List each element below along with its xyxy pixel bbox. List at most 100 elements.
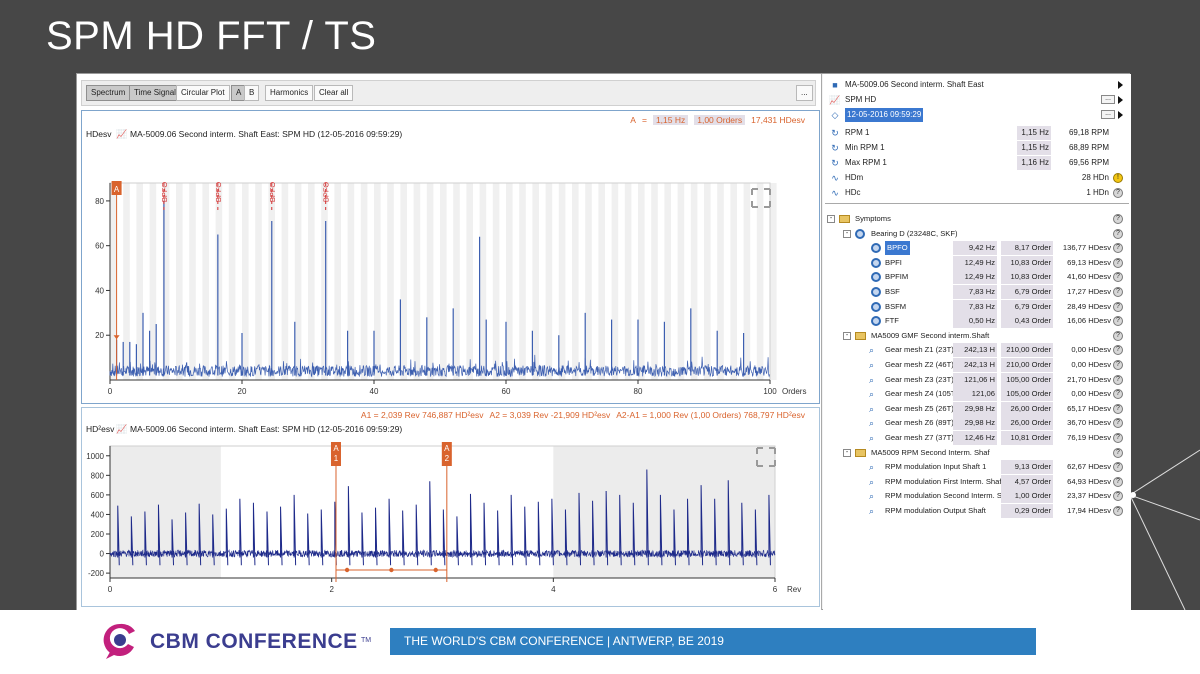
time-cursor-flag-index: 2 bbox=[445, 454, 450, 463]
help-icon[interactable]: ? bbox=[1113, 287, 1123, 297]
help-icon[interactable]: ? bbox=[1113, 345, 1123, 356]
help-icon[interactable]: ? bbox=[1113, 462, 1123, 473]
measurement-name: SPM HD bbox=[845, 95, 877, 104]
help-icon[interactable]: ? bbox=[1113, 389, 1123, 400]
time-signal-tab-button[interactable]: Time Signal bbox=[129, 85, 181, 101]
help-icon[interactable]: ? bbox=[1113, 228, 1123, 239]
spectrum-plot[interactable]: 20 40 60 80 0 20 40 60 80 100 Orders BPFO BPFO BPFO BP… bbox=[82, 111, 818, 401]
magnifier-icon: ⌕ bbox=[869, 506, 875, 516]
warning-icon[interactable]: ! bbox=[1113, 173, 1123, 183]
symptom-item[interactable]: ⌕ RPM modulation First Interm. Shaft 4,57 … bbox=[825, 474, 1129, 490]
timestamp-row[interactable]: ◇ 12-05-2016 09:59:29 ... bbox=[829, 108, 1125, 122]
circular-plot-button[interactable]: Circular Plot bbox=[176, 85, 230, 101]
symptom-amplitude: 0,00 HDesv bbox=[1071, 389, 1111, 399]
help-icon[interactable]: ? bbox=[1113, 433, 1123, 443]
help-icon[interactable]: ? bbox=[1113, 257, 1123, 268]
cursor-b-button[interactable]: B bbox=[244, 85, 260, 101]
magnifier-icon: ⌕ bbox=[869, 374, 875, 385]
folder-icon: ■ bbox=[832, 80, 838, 90]
collapse-toggle[interactable]: - bbox=[843, 448, 851, 457]
symptom-frequency: 12,49 Hz bbox=[953, 270, 997, 285]
symptom-item[interactable]: ⌕ Gear mesh Z3 (23T) 121,06 H 105,00 Order 2… bbox=[825, 372, 1129, 388]
symptoms-root[interactable]: - Symptoms? bbox=[825, 212, 1129, 227]
symptom-icon bbox=[871, 243, 881, 254]
symptom-item[interactable]: ⌕ RPM modulation Second Interm. Shaft 1,00… bbox=[825, 489, 1129, 504]
symptom-group[interactable]: - MA5009 GMF Second interm.Shaft? bbox=[825, 329, 1129, 344]
symptom-amplitude: 0,00 HDesv bbox=[1071, 360, 1111, 369]
symptom-item[interactable]: ⌕ Gear mesh Z5 (26T) 29,98 Hz 26,00 Order 65… bbox=[825, 401, 1129, 417]
measurement-row[interactable]: 📈 SPM HD ... bbox=[829, 93, 1125, 107]
help-icon[interactable]: ? bbox=[1113, 188, 1123, 198]
symptom-item[interactable]: BSFM 7,83 Hz 6,79 Order 28,49 HDesv? bbox=[825, 299, 1129, 315]
symptom-item[interactable]: ⌕ RPM modulation Output Shaft 0,29 Order 17… bbox=[825, 504, 1129, 519]
symptom-item[interactable]: ⌕ Gear mesh Z4 (105T) 121,06 105,00 Order 0,… bbox=[825, 387, 1129, 402]
help-icon[interactable]: ? bbox=[1113, 476, 1123, 487]
symptom-name: BPFO bbox=[885, 241, 910, 256]
help-icon[interactable]: ? bbox=[1113, 403, 1123, 414]
symptom-item[interactable]: BPFI 12,49 Hz 10,83 Order 69,13 HDesv? bbox=[825, 255, 1129, 271]
help-icon[interactable]: ? bbox=[1113, 506, 1123, 516]
next-arrow-icon[interactable] bbox=[1118, 111, 1123, 119]
bpfo-label: BPFO bbox=[160, 182, 169, 203]
next-arrow-icon[interactable] bbox=[1118, 81, 1123, 89]
time-signal-y-tick-label: 800 bbox=[91, 471, 105, 480]
symptom-item[interactable]: BPFO 9,42 Hz 8,17 Order 136,77 HDesv? bbox=[825, 241, 1129, 256]
symptom-item[interactable]: BPFIM 12,49 Hz 10,83 Order 41,60 HDesv? bbox=[825, 270, 1129, 285]
bearing-icon bbox=[855, 228, 865, 239]
time-signal-panel[interactable]: A1 = 2,039 Rev 746,887 HD²esv A2 = 3,039 … bbox=[81, 407, 820, 607]
symptom-item[interactable]: ⌕ Gear mesh Z6 (89T) 29,98 Hz 26,00 Order 36… bbox=[825, 416, 1129, 431]
symptom-order: 0,43 Order bbox=[1001, 314, 1053, 329]
help-icon[interactable]: ? bbox=[1113, 447, 1123, 458]
help-icon[interactable]: ? bbox=[1113, 243, 1123, 254]
symptom-frequency: 121,06 H bbox=[953, 372, 997, 387]
help-icon[interactable]: ? bbox=[1113, 360, 1123, 370]
toolbar: Spectrum Time Signal Circular Plot A B H… bbox=[81, 80, 816, 106]
machine-row[interactable]: ■ MA-5009.06 Second interm. Shaft East bbox=[829, 78, 1125, 92]
symptom-item[interactable]: ⌕ Gear mesh Z7 (37T) 12,46 Hz 10,81 Order 76… bbox=[825, 431, 1129, 446]
help-icon[interactable]: ? bbox=[1113, 491, 1123, 502]
collapse-toggle[interactable]: - bbox=[843, 229, 851, 238]
help-icon[interactable]: ? bbox=[1113, 418, 1123, 429]
symptom-group[interactable]: - MA5009 RPM Second Interm. Shaf? bbox=[825, 446, 1129, 461]
rpm-icon: ↻ bbox=[831, 158, 839, 168]
symptom-frequency: 9,42 Hz bbox=[953, 241, 997, 256]
symptom-frequency: 121,06 bbox=[953, 387, 997, 402]
help-icon[interactable]: ? bbox=[1113, 316, 1123, 327]
symptom-item[interactable]: FTF 0,50 Hz 0,43 Order 16,06 HDesv? bbox=[825, 314, 1129, 329]
symptom-amplitude: 62,67 HDesv bbox=[1067, 462, 1111, 472]
spectrum-x-tick-label: 80 bbox=[634, 387, 643, 396]
time-signal-pulse bbox=[307, 513, 310, 566]
symptom-frequency: 7,83 Hz bbox=[953, 299, 997, 314]
time-signal-y-tick-label: 0 bbox=[100, 550, 105, 559]
help-icon[interactable]: ? bbox=[1113, 301, 1123, 312]
symptom-item[interactable]: ⌕ Gear mesh Z1 (23T) 242,13 H 210,00 Order 0… bbox=[825, 343, 1129, 358]
time-signal-pulse bbox=[347, 486, 351, 566]
time-signal-plot[interactable]: -200020040060080010000 2 4 6 RevA1A2 bbox=[82, 408, 818, 606]
collapse-toggle[interactable]: - bbox=[827, 215, 835, 223]
measurement-options-button[interactable]: ... bbox=[1101, 95, 1115, 104]
symptom-name: RPM modulation Input Shaft 1 bbox=[885, 462, 987, 472]
collapse-toggle[interactable]: - bbox=[843, 331, 851, 340]
symptom-order: 10,83 Order bbox=[1001, 255, 1053, 270]
symptom-item[interactable]: BSF 7,83 Hz 6,79 Order 17,27 HDesv? bbox=[825, 285, 1129, 300]
more-options-button[interactable]: ... bbox=[796, 85, 813, 101]
symptom-amplitude: 0,00 HDesv bbox=[1071, 345, 1111, 355]
harmonics-button[interactable]: Harmonics bbox=[265, 85, 314, 101]
symptom-item[interactable]: ⌕ RPM modulation Input Shaft 1 9,13 Order 6… bbox=[825, 460, 1129, 475]
help-icon[interactable]: ? bbox=[1113, 272, 1123, 283]
help-icon[interactable]: ? bbox=[1113, 214, 1123, 224]
symptom-group[interactable]: - Bearing D (23248C, SKF)? bbox=[825, 227, 1129, 242]
symptom-amplitude: 21,70 HDesv bbox=[1067, 374, 1111, 384]
next-arrow-icon[interactable] bbox=[1118, 96, 1123, 104]
timestamp-options-button[interactable]: ... bbox=[1101, 110, 1115, 119]
chart-icon: 📈 bbox=[829, 95, 841, 105]
help-icon[interactable]: ? bbox=[1113, 330, 1123, 341]
symptom-item[interactable]: ⌕ Gear mesh Z2 (46T) 242,13 H 210,00 Order 0… bbox=[825, 358, 1129, 373]
clear-all-button[interactable]: Clear all bbox=[314, 85, 354, 101]
spectrum-panel[interactable]: A = 1,15 Hz 1,00 Orders 17,431 HDesv HDesv 📈 M… bbox=[81, 110, 820, 404]
signal-icon: ∿ bbox=[831, 188, 839, 198]
time-signal-pulse bbox=[524, 506, 527, 566]
timestamp: 12-05-2016 09:59:29 bbox=[845, 108, 924, 122]
spectrum-tab-button[interactable]: Spectrum bbox=[86, 85, 131, 101]
help-icon[interactable]: ? bbox=[1113, 374, 1123, 385]
